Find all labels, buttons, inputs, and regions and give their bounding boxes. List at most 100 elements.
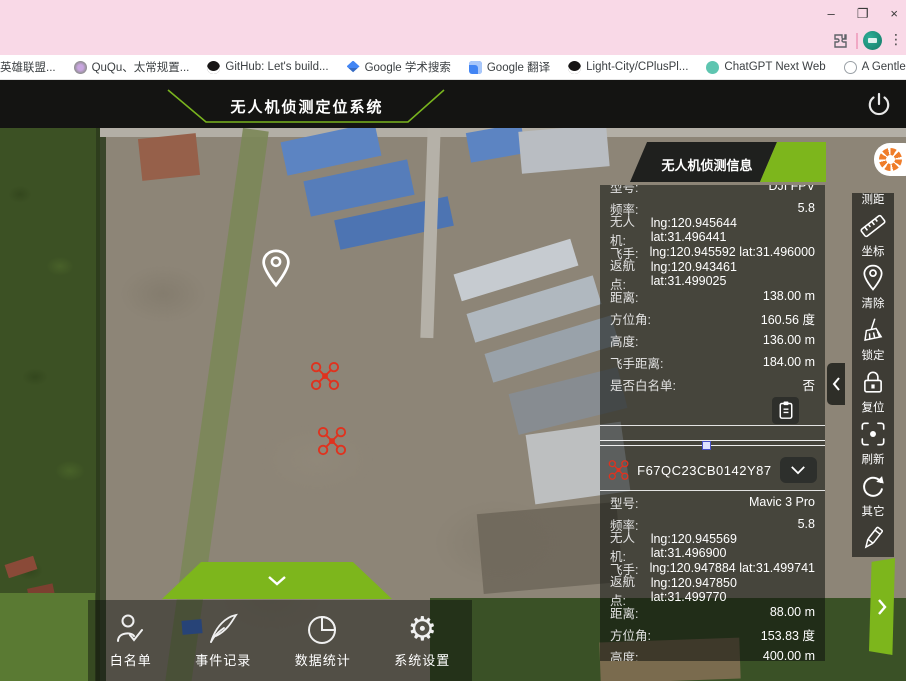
row-label: 距离:	[610, 603, 638, 622]
nav-label: 系统设置	[394, 650, 450, 669]
panel-row: 方位角: 153.83 度	[600, 623, 825, 645]
clipboard-icon[interactable]	[772, 397, 799, 424]
focus-icon	[859, 420, 887, 448]
bookmark-item[interactable]: Google 学术搜索	[347, 59, 451, 75]
row-value: 5.8	[798, 517, 815, 531]
row-label: 是否白名单:	[610, 375, 676, 394]
tool-label: 其它	[852, 505, 894, 519]
row-value: 160.56 度	[761, 309, 815, 328]
broom-icon	[859, 316, 887, 344]
panel-row: 飞手距离: 184.00 m	[600, 351, 825, 373]
row-value: 136.00 m	[763, 333, 815, 347]
tool-label: 测距	[852, 193, 894, 207]
panel-row: 方位角: 160.56 度	[600, 307, 825, 329]
bookmark-item[interactable]: QuQu、太常规置...	[74, 59, 190, 75]
row-value: 138.00 m	[763, 289, 815, 303]
splitter-line	[600, 440, 825, 441]
refresh-icon	[859, 472, 887, 500]
nav-label: 事件记录	[195, 650, 251, 669]
browser-toolbar: ☆	[0, 28, 906, 55]
row-value: 否	[802, 375, 815, 394]
nav-event-log[interactable]: 事件记录	[195, 612, 251, 669]
expand-right-button[interactable]	[869, 558, 895, 655]
panel-row-model-clipped: 型号: DJI FPV	[600, 185, 825, 197]
row-label: 型号:	[610, 185, 638, 196]
bookmark-label: GitHub: Let's build...	[225, 61, 328, 73]
row-value: 5.8	[798, 201, 815, 215]
row-label: 高度:	[610, 331, 638, 350]
profile-avatar[interactable]	[863, 31, 882, 50]
bookmark-item[interactable]: A Gentle Introduct...	[844, 61, 906, 74]
row-value: lng:120.947850 lat:31.499770	[651, 576, 815, 604]
extension-overlay-pill[interactable]	[874, 143, 906, 176]
row-label: 飞手距离:	[610, 353, 663, 372]
bookmarks-bar: 英雄联盟... QuQu、太常规置... GitHub: Let's build…	[0, 55, 906, 80]
row-label: 方位角:	[610, 309, 651, 328]
bookmark-label: 英雄联盟...	[0, 59, 56, 75]
extensions-icon[interactable]	[832, 33, 848, 49]
row-value: 400.00 m	[763, 649, 815, 661]
power-icon[interactable]	[864, 90, 894, 120]
tool-reset[interactable]: 复位	[852, 401, 894, 453]
device2-header: F67QC23CB0142Y87	[600, 450, 825, 490]
generic-favicon-icon	[844, 61, 857, 74]
device2-rows: 型号: Mavic 3 Pro 频率: 5.8 无人机: lng:120.945…	[600, 491, 825, 661]
screen: – ❐ × ☆ ⋮ 英雄联盟... QuQu、太常规置... GitHub: L…	[0, 0, 906, 681]
tool-lock[interactable]: 锁定	[852, 349, 894, 401]
window-controls: – ❐ ×	[828, 5, 898, 23]
bookmark-label: Light-City/CPlusPl...	[586, 61, 688, 73]
row-label: 距离:	[610, 287, 638, 306]
minimize-button[interactable]: –	[828, 5, 835, 23]
panel-row: 高度: 400.00 m	[600, 645, 825, 661]
row-value: lng:120.945644 lat:31.496441	[651, 216, 815, 244]
bookmark-item[interactable]: 英雄联盟...	[0, 59, 56, 75]
drone-marker-icon[interactable]	[317, 426, 347, 456]
drone-marker-icon[interactable]	[310, 361, 340, 391]
nav-whitelist[interactable]: 白名单	[110, 612, 152, 669]
panel-splitter[interactable]	[600, 438, 825, 450]
map-toolbar: 测距 坐标 清除 锁定	[852, 193, 894, 557]
row-value: lng:120.947884 lat:31.499741	[650, 561, 815, 575]
drone-icon	[608, 457, 629, 483]
tool-clear[interactable]: 清除	[852, 297, 894, 349]
row-value: lng:120.945569 lat:31.496900	[651, 532, 815, 560]
device-dropdown-button[interactable]	[780, 457, 817, 483]
home-pin-icon[interactable]	[260, 248, 292, 288]
restore-button[interactable]: ❐	[857, 5, 869, 23]
chevron-down-icon	[790, 465, 806, 475]
bookmark-item[interactable]: Google 翻译	[469, 59, 550, 75]
tool-refresh[interactable]: 刷新	[852, 453, 894, 505]
bookmark-item[interactable]: ChatGPT Next Web	[706, 61, 825, 74]
panel-collapse-handle[interactable]	[827, 363, 845, 405]
bookmark-item[interactable]: Light-City/CPlusPl...	[568, 61, 688, 74]
splitter-handle[interactable]	[702, 441, 711, 450]
pencil-icon	[859, 524, 887, 552]
panel-row: 无人机: lng:120.945569 lat:31.496900	[600, 535, 825, 557]
bottom-panel-toggle[interactable]	[162, 562, 392, 599]
row-value: lng:120.945592 lat:31.496000	[650, 245, 815, 259]
chevron-down-icon	[267, 575, 287, 586]
splitter-line	[600, 445, 825, 446]
bookmark-item[interactable]: GitHub: Let's build...	[207, 61, 328, 74]
pie-chart-icon	[306, 612, 340, 646]
device-serial: F67QC23CB0142Y87	[637, 463, 771, 478]
detection-info-panel: 型号: DJI FPV 频率: 5.8 无人机: lng:120.945644 …	[600, 185, 825, 661]
tool-coordinates[interactable]: 坐标	[852, 245, 894, 297]
row-value: 88.00 m	[770, 605, 815, 619]
google-scholar-favicon-icon	[347, 61, 360, 74]
pin-icon	[860, 263, 886, 293]
page-title: 无人机侦测定位系统	[207, 96, 407, 117]
nav-label: 白名单	[110, 650, 152, 669]
panel-row: 高度: 136.00 m	[600, 329, 825, 351]
nav-statistics[interactable]: 数据统计	[295, 612, 351, 669]
panel-row: 型号: Mavic 3 Pro	[600, 491, 825, 513]
tool-other[interactable]: 其它	[852, 505, 894, 557]
chevron-right-icon	[877, 599, 887, 615]
nav-settings[interactable]: ⚙ 系统设置	[394, 612, 450, 669]
tool-measure[interactable]: 测距	[852, 193, 894, 245]
browser-menu-icon[interactable]: ⋮	[889, 31, 903, 48]
close-button[interactable]: ×	[890, 5, 898, 23]
bookmark-label: Google 学术搜索	[365, 59, 451, 75]
panel-row: 是否白名单: 否	[600, 373, 825, 395]
google-translate-favicon-icon	[469, 61, 482, 74]
